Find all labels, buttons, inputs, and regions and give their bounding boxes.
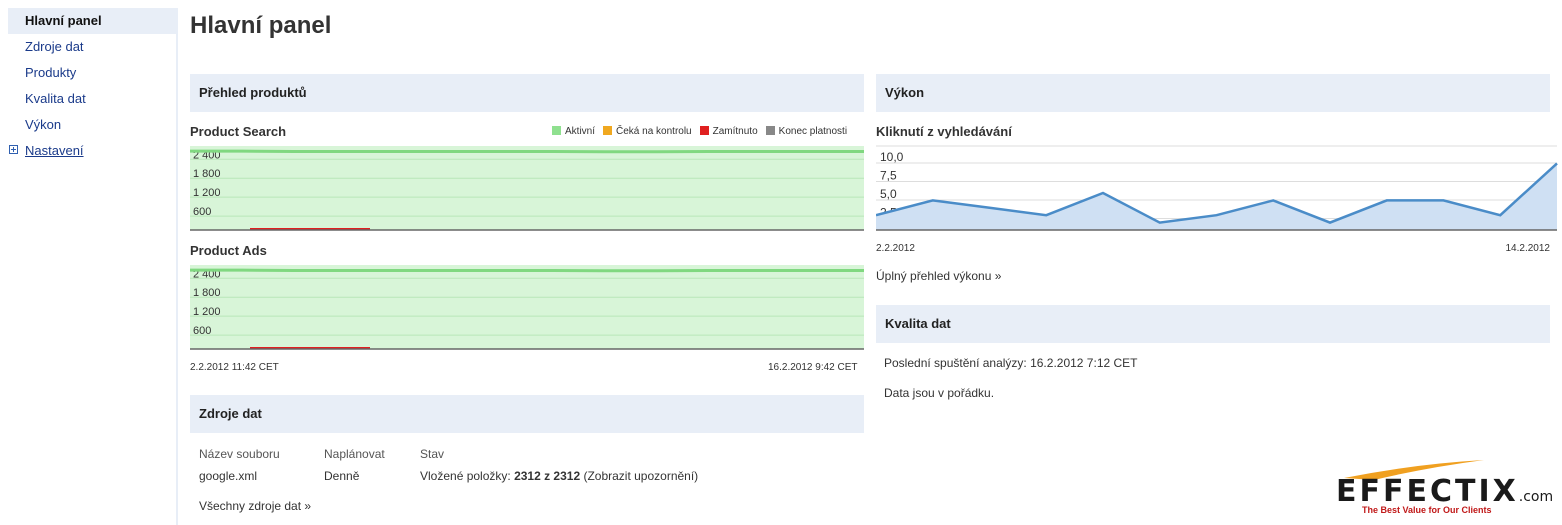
expand-plus-icon[interactable] — [9, 145, 18, 154]
clicks-chart-title: Kliknutí z vyhledávání — [876, 124, 1012, 139]
product-ads-chart: 2 4001 8001 200600 — [190, 265, 864, 350]
logo-wordmark: EFFECTIX.com — [1336, 474, 1554, 509]
clicks-chart: 10,07,55,02,52.2.201214.2.2012 — [876, 145, 1558, 254]
sidebar: Hlavní panel Zdroje dat Produkty Kvalita… — [8, 8, 178, 525]
status-count: 2312 z 2312 — [514, 469, 581, 483]
sidebar-item-data-quality[interactable]: Kvalita dat — [8, 86, 176, 112]
page-title: Hlavní panel — [190, 12, 332, 39]
legend-label: Aktivní — [565, 126, 596, 137]
source-schedule: Denně — [324, 469, 360, 483]
legend-item-active: Aktivní — [552, 126, 595, 137]
product-search-chart: 2 4001 8001 200600 — [190, 146, 864, 231]
col-file-name: Název souboru — [199, 447, 280, 461]
legend-item-pending: Čeká na kontrolu — [603, 126, 692, 137]
quality-panel-header: Kvalita dat — [876, 305, 1550, 343]
y-tick-label: 1 800 — [193, 168, 221, 180]
chart-legend: Aktivní Čeká na kontrolu Zamítnuto Konec… — [552, 126, 847, 137]
sidebar-item-data-sources[interactable]: Zdroje dat — [8, 34, 176, 60]
legend-item-rejected: Zamítnuto — [699, 126, 758, 137]
legend-label: Čeká na kontrolu — [616, 126, 692, 137]
y-tick-label: 5,0 — [880, 187, 897, 201]
overview-start-date: 2.2.2012 11:42 CET — [190, 362, 279, 373]
x-tick-label: 2.2.2012 — [876, 243, 915, 254]
quality-last-run: Poslední spuštění analýzy: 16.2.2012 7:1… — [884, 356, 1138, 370]
sidebar-item-products[interactable]: Produkty — [8, 60, 176, 86]
col-schedule: Naplánovat — [324, 447, 385, 461]
product-ads-title: Product Ads — [190, 243, 267, 258]
y-tick-label: 7,5 — [880, 169, 897, 183]
y-tick-label: 1 200 — [193, 187, 221, 199]
quality-status: Data jsou v pořádku. — [884, 386, 995, 400]
source-file-name: google.xml — [199, 469, 258, 483]
sources-panel-header: Zdroje dat — [190, 395, 864, 433]
legend-swatch — [699, 126, 709, 135]
clicks-area — [876, 163, 1557, 230]
logo-tagline: The Best Value for Our Clients — [1362, 505, 1492, 515]
legend-label: Zamítnuto — [712, 126, 758, 137]
overview-panel-header: Přehled produktů — [190, 74, 864, 112]
sidebar-item-settings[interactable]: Nastavení — [8, 138, 176, 164]
legend-swatch — [765, 126, 775, 135]
source-status-link[interactable]: Vložené položky: 2312 z 2312 (Zobrazit u… — [420, 469, 698, 483]
overview-end-date: 16.2.2012 9:42 CET — [768, 362, 858, 373]
y-tick-label: 600 — [193, 206, 211, 218]
sidebar-item-settings-label: Nastavení — [25, 143, 84, 158]
all-sources-link[interactable]: Všechny zdroje dat » — [199, 499, 311, 513]
x-tick-label: 14.2.2012 — [1506, 243, 1551, 254]
full-performance-link[interactable]: Úplný přehled výkonu » — [876, 269, 1001, 283]
sidebar-item-dashboard[interactable]: Hlavní panel — [8, 8, 176, 34]
y-tick-label: 600 — [193, 325, 211, 337]
legend-label: Konec platnosti — [778, 126, 848, 137]
product-search-title: Product Search — [190, 124, 287, 139]
col-status: Stav — [420, 447, 445, 461]
status-warnings[interactable]: (Zobrazit upozornění) — [580, 469, 698, 483]
legend-item-expired: Konec platnosti — [765, 126, 848, 137]
effectix-logo: EFFECTIX.com The Best Value for Our Clie… — [1334, 458, 1560, 520]
performance-panel-header: Výkon — [876, 74, 1550, 112]
chart-plot-bg — [190, 146, 864, 230]
series-active-line — [190, 149, 864, 154]
series-active-line — [190, 268, 864, 273]
y-tick-label: 10,0 — [880, 150, 904, 164]
y-tick-label: 1 800 — [193, 287, 221, 299]
legend-swatch — [603, 126, 613, 135]
sidebar-item-performance[interactable]: Výkon — [8, 112, 176, 138]
status-prefix: Vložené položky: — [420, 469, 515, 483]
chart-plot-bg — [190, 265, 864, 349]
legend-swatch — [552, 126, 561, 135]
y-tick-label: 1 200 — [193, 306, 221, 318]
